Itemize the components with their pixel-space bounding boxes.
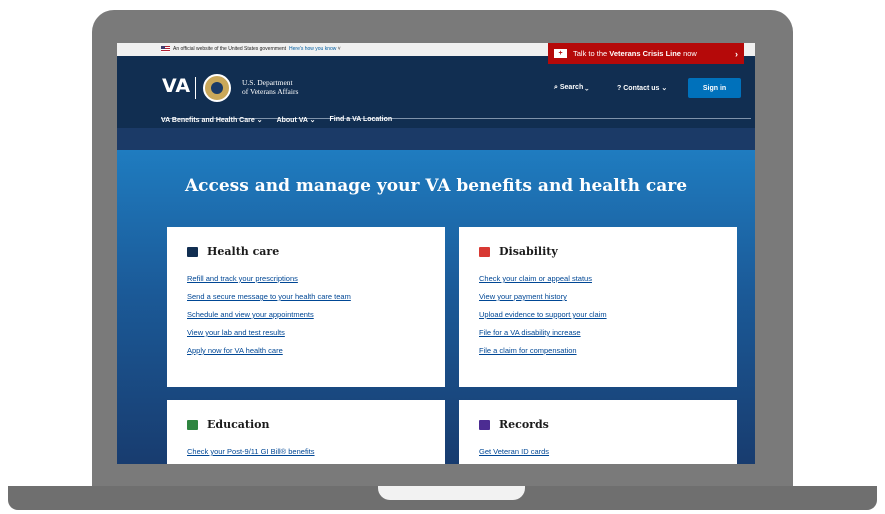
link-disability-increase[interactable]: File for a VA disability increase [479, 328, 717, 337]
card-title: Health care [207, 245, 280, 258]
us-flag-icon [161, 46, 170, 52]
records-card: Records Get Veteran ID cards [459, 400, 737, 464]
va-seal-icon [203, 74, 231, 102]
nav-item-benefits[interactable]: VA Benefits and Health Care ⌄ [161, 116, 263, 124]
link-apply-health-care[interactable]: Apply now for VA health care [187, 346, 425, 355]
medkit-icon [187, 246, 198, 257]
link-secure-message[interactable]: Send a secure message to your health car… [187, 292, 425, 301]
education-card: Education Check your Post-9/11 GI Bill® … [167, 400, 445, 464]
department-name: U.S. Department of Veterans Affairs [242, 78, 299, 96]
link-gi-bill-benefits[interactable]: Check your Post-9/11 GI Bill® benefits [187, 447, 425, 456]
card-title: Records [499, 418, 549, 431]
link-veteran-id-cards[interactable]: Get Veteran ID cards [479, 447, 717, 456]
card-title: Disability [499, 245, 558, 258]
link-appointments[interactable]: Schedule and view your appointments [187, 310, 425, 319]
link-refill-prescriptions[interactable]: Refill and track your prescriptions [187, 274, 425, 283]
crisis-line-text: Talk to the Veterans Crisis Line now [573, 49, 697, 58]
chevron-down-icon: ˅ [336, 46, 341, 52]
nav-item-about[interactable]: About VA ⌄ [277, 116, 316, 124]
link-upload-evidence[interactable]: Upload evidence to support your claim [479, 310, 717, 319]
how-you-know-link[interactable]: Here's how you know [289, 46, 336, 52]
va-logo[interactable]: VA [162, 75, 190, 97]
link-lab-results[interactable]: View your lab and test results [187, 328, 425, 337]
link-claim-status[interactable]: Check your claim or appeal status [479, 274, 717, 283]
hero-section: Access and manage your VA benefits and h… [117, 150, 755, 464]
chevron-down-icon: ⌄ [659, 85, 668, 92]
official-site-text: An official website of the United States… [173, 46, 341, 52]
page-title: Access and manage your VA benefits and h… [184, 176, 688, 196]
chevron-down-icon: ⌄ [309, 117, 316, 124]
card-title: Education [207, 418, 270, 431]
chevron-right-icon: › [735, 48, 738, 59]
nav-item-find-location[interactable]: Find a VA Location [330, 116, 393, 124]
logo-divider [195, 77, 196, 99]
health-care-card: Health care Refill and track your prescr… [167, 227, 445, 387]
chevron-down-icon: ⌄ [583, 84, 589, 91]
laptop-notch [378, 486, 525, 500]
browser-screen: An official website of the United States… [117, 43, 755, 464]
crisis-line-icon: + [554, 49, 567, 58]
disability-card: Disability Check your claim or appeal st… [459, 227, 737, 387]
contact-us-button[interactable]: ? Contact us ⌄ [617, 84, 667, 92]
main-nav: VA Benefits and Health Care ⌄ About VA ⌄… [161, 116, 392, 124]
search-menu-button[interactable]: ⌕ Search ⌄ [554, 84, 588, 92]
link-payment-history[interactable]: View your payment history [479, 292, 717, 301]
chevron-down-icon: ⌄ [256, 117, 263, 124]
crisis-line-button[interactable]: + Talk to the Veterans Crisis Line now › [548, 43, 744, 64]
disability-icon [479, 246, 490, 257]
sign-in-button[interactable]: Sign in [688, 78, 741, 98]
link-file-claim[interactable]: File a claim for compensation [479, 346, 717, 355]
id-card-icon [479, 419, 490, 430]
graduation-cap-icon [187, 419, 198, 430]
